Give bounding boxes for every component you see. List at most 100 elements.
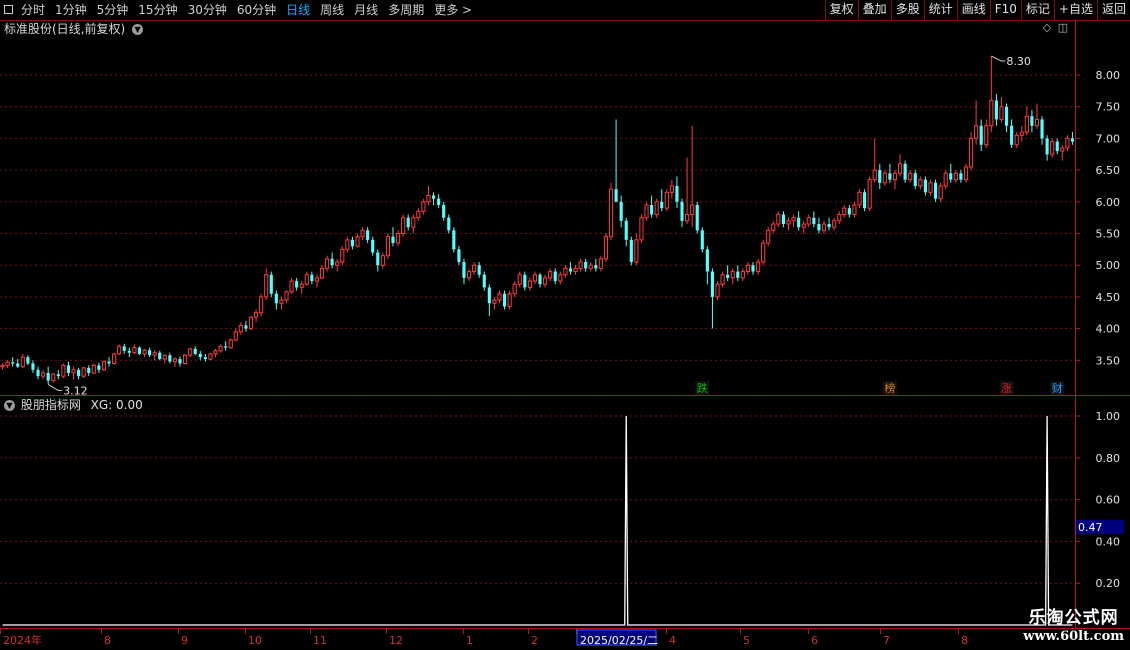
candle-body — [842, 207, 847, 216]
event-marker-label: 榜 — [884, 381, 895, 395]
candle-body — [801, 223, 806, 228]
candle-body — [1004, 106, 1009, 126]
candle — [933, 179, 938, 202]
candle — [477, 262, 481, 278]
candle-body — [274, 293, 278, 304]
candle — [543, 274, 548, 288]
candle — [97, 362, 101, 373]
candle-body — [984, 125, 989, 146]
stock-chart-app: 分时 1分钟 5分钟 15分钟 30分钟 60分钟 日线 周线 月线 多周期 更… — [0, 0, 1130, 650]
candle-body — [56, 374, 60, 377]
candle-body — [821, 223, 827, 231]
candle — [244, 321, 248, 332]
candle-body — [903, 163, 907, 180]
candle-body — [1040, 119, 1044, 139]
candle-body — [350, 239, 354, 247]
candle — [46, 366, 50, 385]
candle — [1050, 138, 1055, 158]
candle-body — [639, 217, 644, 241]
candle — [395, 230, 401, 247]
candle-body — [172, 358, 178, 363]
candle — [664, 189, 669, 212]
candle-body — [492, 299, 497, 304]
cursor-value: 0.47 — [1078, 521, 1103, 534]
candle-body — [578, 261, 583, 269]
candle-body — [736, 271, 740, 278]
candle — [797, 211, 801, 231]
price-tick-label: 6.00 — [1096, 196, 1121, 209]
candle-body — [624, 220, 628, 240]
chart-canvas[interactable]: 3.50 4.00 4.50 5.00 5.50 6.00 6.50 7.00 7.50 8.00… — [0, 0, 1130, 650]
candle — [391, 227, 395, 247]
candle-body — [158, 352, 162, 360]
candle — [472, 262, 477, 275]
candle — [852, 201, 857, 218]
candle — [512, 281, 517, 297]
candle-body — [786, 220, 791, 225]
candle-body — [776, 214, 781, 225]
candle-body — [279, 299, 284, 304]
candle-body — [563, 267, 568, 276]
candle — [751, 262, 755, 275]
candle-body — [259, 296, 264, 314]
candle-body — [502, 293, 507, 307]
candle-body — [452, 230, 456, 250]
candle-body — [862, 192, 867, 209]
candle-body — [127, 350, 131, 353]
candle — [310, 271, 314, 285]
candle — [5, 360, 10, 368]
candle — [700, 227, 704, 253]
cursor-value-box: 0.47 — [1076, 519, 1124, 534]
candle — [938, 182, 943, 202]
candle-body — [584, 262, 588, 269]
candle-body — [933, 182, 938, 199]
candle — [872, 138, 877, 183]
event-marker[interactable]: 榜 — [882, 381, 897, 395]
low-pointer — [47, 383, 63, 391]
candle-body — [51, 373, 56, 382]
candle-body — [700, 230, 704, 250]
candle — [710, 268, 715, 329]
candle-body — [608, 188, 614, 238]
candle-body — [228, 339, 233, 349]
candle — [842, 204, 847, 218]
candle-body — [1030, 116, 1034, 126]
candle — [1034, 103, 1040, 129]
candle-body — [360, 229, 365, 238]
indicator-tick-label: 1.00 — [1096, 410, 1121, 423]
candle-body — [97, 365, 101, 370]
event-marker[interactable]: 涨 — [999, 381, 1014, 395]
candle-body — [507, 293, 512, 307]
candle — [457, 246, 461, 266]
candle — [867, 176, 872, 212]
candle — [781, 211, 786, 228]
event-marker[interactable]: 财 — [1050, 381, 1065, 395]
candle-body — [71, 369, 76, 374]
candle-body — [295, 281, 299, 288]
xg-line — [2, 415, 1073, 626]
event-marker[interactable]: 跌 — [695, 381, 710, 395]
candle — [989, 56, 994, 133]
candle — [198, 350, 202, 361]
candle — [61, 363, 66, 379]
candle — [766, 227, 771, 247]
candle-body — [91, 364, 96, 374]
candle — [416, 208, 421, 221]
indicator-series — [2, 415, 1073, 626]
candle — [492, 296, 497, 310]
candle-body — [548, 271, 553, 279]
candle — [295, 277, 299, 291]
candle — [882, 170, 887, 186]
candle-body — [882, 172, 887, 184]
candle — [1014, 132, 1019, 148]
candle — [162, 353, 167, 364]
time-tick-label: 8 — [104, 634, 111, 647]
grid-lines — [0, 74, 1075, 584]
candle — [517, 271, 522, 288]
candle-body — [781, 214, 786, 225]
axes: 3.50 4.00 4.50 5.00 5.50 6.00 6.50 7.00 7.50 8.00… — [0, 21, 1130, 647]
candle-body — [989, 99, 994, 127]
candle-body — [979, 125, 983, 145]
candle — [1060, 144, 1065, 161]
candle-body — [340, 248, 345, 263]
